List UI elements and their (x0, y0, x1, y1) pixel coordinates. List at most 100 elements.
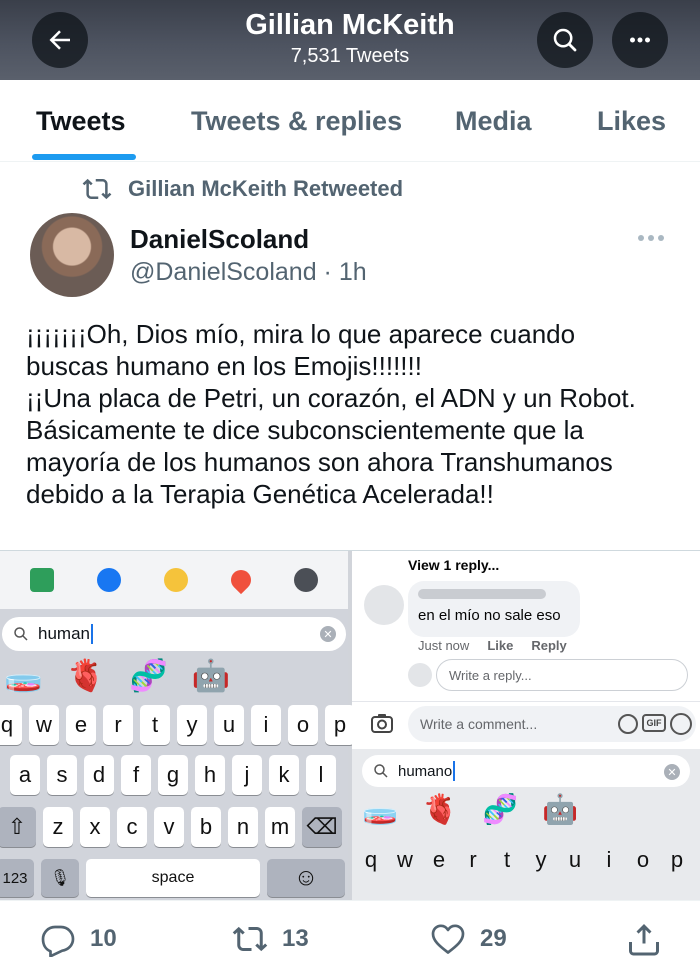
more-icon (630, 37, 650, 43)
key: o (288, 705, 318, 745)
search-button[interactable] (537, 12, 593, 68)
tweet-menu-icon[interactable] (638, 232, 668, 244)
retweet-context-label: Gillian McKeith Retweeted (128, 176, 404, 201)
like-count: 29 (480, 925, 507, 952)
like-button[interactable]: 29 (430, 921, 507, 957)
key-row-1: q w e r t y u i o p (0, 705, 355, 745)
key: w (397, 847, 413, 872)
key: g (158, 755, 188, 795)
key: o (636, 847, 650, 872)
delete-key: ⌫ (302, 807, 342, 847)
key-row-3: ⇧ z x c v b n m ⌫ (0, 807, 342, 847)
retweet-context[interactable]: Gillian McKeith Retweeted (80, 174, 403, 204)
active-tab-indicator (32, 154, 136, 160)
key: j (232, 755, 262, 795)
comment-meta: Just now Like Reply (418, 638, 567, 653)
anatomical-heart-emoji: 🫀 (66, 658, 106, 693)
key: v (154, 807, 184, 847)
profile-name: Gillian McKeith (245, 9, 455, 41)
key: i (606, 847, 612, 872)
dna-emoji: 🧬 (482, 794, 519, 826)
camera-icon (371, 714, 393, 733)
key: y (535, 847, 547, 872)
tweet-media-image[interactable]: human ✕ 🧫 🫀 🧬 🤖 q w e r t y u i o p a s … (0, 550, 700, 900)
tag-people-icon (96, 568, 121, 592)
clear-icon: ✕ (320, 626, 336, 642)
key-row-2: a s d f g h j k l (10, 755, 336, 795)
tweet-count: 7,531 Tweets (290, 45, 410, 67)
key-row-4: 123 🎙 space ☺ (0, 859, 345, 897)
key: x (80, 807, 110, 847)
retweet-count: 13 (282, 925, 309, 952)
more-options-icon (294, 568, 319, 592)
sticker-icon (618, 714, 638, 734)
redacted-name (418, 589, 546, 599)
author-name[interactable]: DanielScoland (130, 224, 309, 255)
profile-header: Gillian McKeith 7,531 Tweets (0, 0, 700, 80)
emoji-search-value: humano (398, 762, 453, 780)
avatar[interactable] (30, 213, 114, 297)
emoji-results: 🧫 🫀 🧬 🤖 (362, 793, 578, 827)
space-key: space (86, 859, 260, 897)
author-handle[interactable]: @DanielScoland · 1h (130, 258, 367, 287)
key: k (269, 755, 299, 795)
search-icon (553, 28, 577, 52)
clear-icon: ✕ (664, 764, 680, 780)
key: e (66, 705, 96, 745)
reply-icon (41, 925, 75, 957)
robot-emoji: 🤖 (191, 658, 231, 693)
back-button[interactable] (32, 12, 88, 68)
like-link: Like (487, 638, 514, 653)
share-icon (629, 924, 659, 956)
key: y (177, 705, 207, 745)
search-icon (14, 627, 28, 641)
media-panel-facebook-comments: View 1 reply... en el mío no sale eso Ju… (352, 551, 700, 900)
petri-dish-emoji: 🧫 (4, 658, 43, 693)
retweet-icon (232, 926, 268, 952)
comment-text: en el mío no sale eso (418, 607, 561, 624)
comment-time: Just now (418, 638, 470, 653)
reply-avatar (408, 663, 432, 687)
feeling-icon (163, 568, 188, 592)
key: l (306, 755, 336, 795)
key: w (29, 705, 59, 745)
reply-button[interactable]: 10 (40, 921, 117, 957)
key: h (195, 755, 225, 795)
tab-likes[interactable]: Likes (597, 106, 666, 137)
emoji-key: ☺ (267, 859, 345, 897)
tweet-actions: 10 13 29 (0, 900, 700, 969)
app-icon-bar (0, 551, 348, 609)
more-button[interactable] (612, 12, 668, 68)
key: q (364, 847, 378, 872)
dna-emoji: 🧬 (129, 658, 168, 693)
key: d (84, 755, 114, 795)
key: i (251, 705, 281, 745)
emoji-search-field: humano ✕ (362, 755, 690, 787)
key: b (191, 807, 221, 847)
gif-icon: GIF (642, 714, 666, 732)
reply-count: 10 (90, 925, 117, 952)
microphone-key: 🎙 (41, 859, 79, 897)
tab-tweets-replies[interactable]: Tweets & replies (191, 106, 402, 137)
robot-emoji: 🤖 (542, 794, 579, 826)
key: q (0, 705, 22, 745)
comment-input: Write a comment... GIF (408, 706, 696, 742)
anatomical-heart-emoji: 🫀 (422, 794, 459, 826)
arrow-left-icon (49, 30, 70, 50)
reply-link: Reply (531, 638, 567, 653)
tab-tweets[interactable]: Tweets (36, 106, 126, 137)
retweet-icon (82, 178, 112, 200)
share-button[interactable] (626, 921, 676, 957)
tab-media[interactable]: Media (455, 106, 532, 137)
key: t (140, 705, 170, 745)
key: c (117, 807, 147, 847)
key: p (670, 847, 684, 872)
retweet-button[interactable]: 13 (232, 921, 309, 957)
comment-placeholder: Write a comment... (420, 716, 538, 732)
shift-key: ⇧ (0, 807, 36, 847)
view-replies-link: View 1 reply... (408, 557, 500, 573)
key: n (228, 807, 258, 847)
search-icon (374, 764, 388, 778)
key: m (265, 807, 295, 847)
key: u (214, 705, 244, 745)
